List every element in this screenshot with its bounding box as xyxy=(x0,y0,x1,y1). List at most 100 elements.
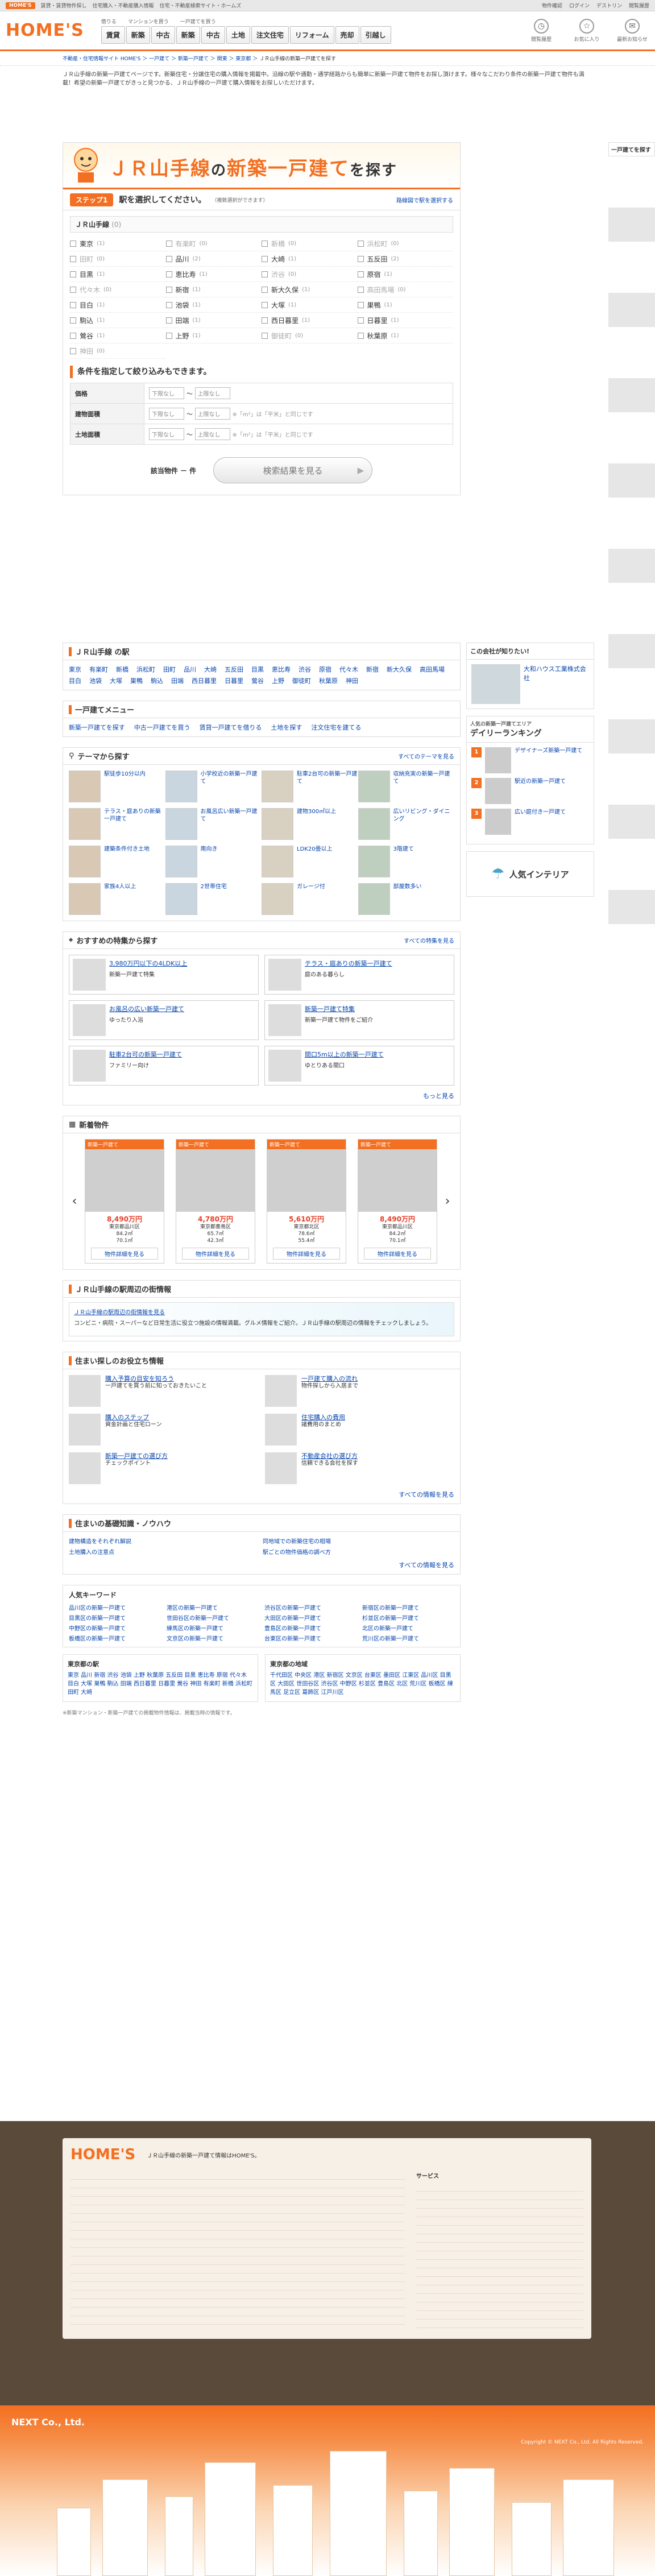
station-link[interactable]: 鶯谷 xyxy=(251,676,264,685)
station-checkbox-item[interactable]: 目黒 (1) xyxy=(70,267,166,282)
checkbox[interactable] xyxy=(357,332,364,339)
footer-link-grid[interactable] xyxy=(71,2171,405,2330)
station-checkbox-item[interactable]: 田端 (1) xyxy=(165,313,262,328)
more-features-link[interactable]: すべての特集を見る xyxy=(404,936,454,945)
station-link[interactable]: 神田 xyxy=(346,676,358,685)
station-checkbox-item[interactable]: 新橋 (0) xyxy=(262,236,358,251)
feature-item[interactable]: 3,980万円以下の4LDK以上 新築一戸建て特集 xyxy=(69,955,259,995)
breadcrumb-link[interactable]: 新築一戸建て xyxy=(178,56,209,62)
next-arrow-icon[interactable]: › xyxy=(442,1194,453,1208)
checkbox[interactable] xyxy=(70,255,76,262)
menu-link[interactable]: 新築一戸建てを探す xyxy=(69,723,125,732)
keyword-link[interactable]: 新宿区の新築一戸建て xyxy=(362,1603,454,1612)
station-link[interactable]: 目白 xyxy=(69,676,81,685)
menu-link[interactable]: 土地を探す xyxy=(271,723,302,732)
station-link[interactable]: 浜松町 xyxy=(136,665,155,674)
theme-label[interactable]: 家族4人以上 xyxy=(104,883,136,915)
basics-link[interactable]: 建物構造をそれぞれ解説 xyxy=(69,1537,260,1545)
nav-button-reform[interactable]: リフォーム xyxy=(289,26,334,44)
history-button[interactable]: ◷ 閲覧履歴 xyxy=(524,18,558,43)
checkbox[interactable] xyxy=(70,317,76,324)
footer-services-links[interactable] xyxy=(416,2183,583,2331)
tip-title[interactable]: 住宅購入の費用 xyxy=(301,1414,345,1421)
notice-button[interactable]: ✉ 最新お知らせ xyxy=(615,18,649,43)
tip-item[interactable]: 購入のステップ 資金計画と住宅ローン xyxy=(69,1414,258,1446)
checkbox[interactable] xyxy=(262,332,268,339)
keyword-link[interactable]: 世田谷区の新築一戸建て xyxy=(167,1613,259,1622)
route-map-link[interactable]: 路線図で駅を選択する xyxy=(396,196,453,204)
land-area-max-select[interactable]: 上限なし xyxy=(194,428,230,440)
price-max-select[interactable]: 上限なし xyxy=(194,387,230,399)
more-tips-link[interactable]: すべての情報を見る xyxy=(399,1491,454,1498)
top-link[interactable]: 住宅購入・不動産購入情報 xyxy=(93,2,154,9)
keyword-link[interactable]: 目黒区の新築一戸建て xyxy=(69,1613,161,1622)
station-link[interactable]: 有楽町 xyxy=(89,665,108,674)
station-link[interactable]: 大崎 xyxy=(204,665,217,674)
keyword-link[interactable]: 北区の新築一戸建て xyxy=(362,1624,454,1632)
theme-item[interactable]: ガレージ付 xyxy=(262,883,358,915)
prev-arrow-icon[interactable]: ‹ xyxy=(69,1194,80,1208)
nav-button-rent[interactable]: 賃貸 xyxy=(101,26,125,44)
station-link[interactable]: 西日暮里 xyxy=(192,676,217,685)
tip-title[interactable]: 不動産会社の選び方 xyxy=(301,1452,358,1460)
keyword-link[interactable]: 台東区の新築一戸建て xyxy=(264,1634,356,1642)
ranking-item[interactable]: 3 広い庭付き一戸建て xyxy=(471,809,589,835)
nav-button-new-mansion[interactable]: 新築 xyxy=(126,26,150,44)
detail-button[interactable]: 物件詳細を見る xyxy=(273,1248,340,1260)
theme-label[interactable]: ガレージ付 xyxy=(297,883,325,915)
area-links-left[interactable]: 東京 品川 新宿 渋谷 池袋 上野 秋葉原 五反田 目黒 恵比寿 原宿 代々木 … xyxy=(68,1671,253,1697)
nav-button-used-house[interactable]: 中古 xyxy=(201,26,225,44)
tip-item[interactable]: 購入予算の目安を知ろう 一戸建てを買う前に知っておきたいこと xyxy=(69,1375,258,1407)
checkbox[interactable] xyxy=(165,317,172,324)
ad-company[interactable]: 大和ハウス工業株式会社 xyxy=(524,664,589,704)
theme-label[interactable]: お風呂広い新築一戸建て xyxy=(201,808,262,840)
station-checkbox-item[interactable]: 西日暮里 (1) xyxy=(262,313,358,328)
keyword-link[interactable]: 文京区の新築一戸建て xyxy=(167,1634,259,1642)
feature-item[interactable]: テラス・庭ありの新築一戸建て 庭のある暮らし xyxy=(264,955,454,995)
theme-item[interactable]: 2世帯住宅 xyxy=(165,883,262,915)
station-checkbox-item[interactable]: 鶯谷 (1) xyxy=(70,328,166,343)
feature-item[interactable]: お風呂の広い新築一戸建て ゆったり入浴 xyxy=(69,1000,259,1040)
tip-item[interactable]: 新築一戸建ての選び方 チェックポイント xyxy=(69,1452,258,1484)
tip-item[interactable]: 住宅購入の費用 諸費用のまとめ xyxy=(265,1414,454,1446)
station-checkbox-item[interactable]: 代々木 (0) xyxy=(70,282,166,297)
station-link[interactable]: 新橋 xyxy=(116,665,128,674)
feature-item[interactable]: 新築一戸建て特集 新築一戸建て物件をご紹介 xyxy=(264,1000,454,1040)
company-ad[interactable]: この会社が知りたい! 大和ハウス工業株式会社 xyxy=(466,643,594,709)
keyword-link[interactable]: 港区の新築一戸建て xyxy=(167,1603,259,1612)
more-link[interactable]: もっと見る xyxy=(423,1092,454,1100)
nav-button-custom[interactable]: 注文住宅 xyxy=(251,26,289,44)
menu-link[interactable]: 中古一戸建てを買う xyxy=(134,723,190,732)
station-link[interactable]: 五反田 xyxy=(225,665,243,674)
checkbox[interactable] xyxy=(357,301,364,308)
basics-link[interactable]: 同地域での新築住宅の相場 xyxy=(263,1537,454,1545)
station-checkbox-item[interactable]: 渋谷 (0) xyxy=(262,267,358,282)
theme-item[interactable]: LDK20畳以上 xyxy=(262,846,358,877)
ranking-item[interactable]: 2 駅近の新築一戸建て xyxy=(471,778,589,804)
station-checkbox-item[interactable]: 恵比寿 (1) xyxy=(165,267,262,282)
checkbox[interactable] xyxy=(70,301,76,308)
station-checkbox-item[interactable]: 東京 (1) xyxy=(70,236,166,251)
checkbox[interactable] xyxy=(70,332,76,339)
checkbox[interactable] xyxy=(70,271,76,278)
top-logo[interactable]: HOME'S xyxy=(6,2,35,9)
station-link[interactable]: 代々木 xyxy=(339,665,358,674)
station-link[interactable]: 日暮里 xyxy=(225,676,243,685)
tip-item[interactable]: 一戸建て購入の流れ 物件探しから入居まで xyxy=(265,1375,454,1407)
theme-item[interactable]: 建物300㎡以上 xyxy=(262,808,358,840)
theme-label[interactable]: 部屋数多い xyxy=(393,883,422,915)
station-link[interactable]: 大塚 xyxy=(110,676,122,685)
checkbox[interactable] xyxy=(357,255,364,262)
station-checkbox-item[interactable]: 日暮里 (1) xyxy=(357,313,453,328)
station-checkbox-item[interactable]: 浜松町 (0) xyxy=(357,236,453,251)
menu-link[interactable]: 賃貸一戸建てを借りる xyxy=(200,723,262,732)
checkbox[interactable] xyxy=(70,286,76,293)
checkbox[interactable] xyxy=(262,301,268,308)
station-link[interactable]: 池袋 xyxy=(89,676,102,685)
top-link[interactable]: 賃貸・賃貸物件探し xyxy=(41,2,87,9)
listing-card[interactable]: 新築一戸建て 8,490万円 東京都品川区 84.2㎡ 70.1㎡ 物件詳細を見る xyxy=(85,1139,164,1264)
price-min-select[interactable]: 下限なし xyxy=(149,387,184,399)
detail-button[interactable]: 物件詳細を見る xyxy=(91,1248,158,1260)
theme-item[interactable]: 部屋数多い xyxy=(358,883,455,915)
top-right-link[interactable]: 閲覧履歴 xyxy=(629,2,649,9)
